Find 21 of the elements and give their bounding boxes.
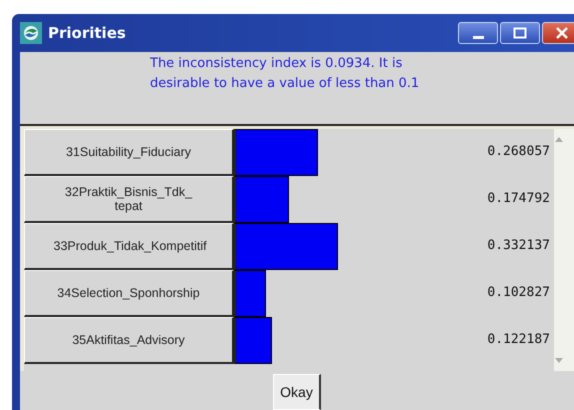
close-icon <box>555 27 569 39</box>
window-title: Priorities <box>48 24 126 42</box>
inconsistency-message: The inconsistency index is 0.0934. It is desirable to have a value of less than 0.1 <box>150 55 420 93</box>
priority-value: 0.332137 <box>487 238 550 253</box>
priority-value: 0.174792 <box>487 191 550 206</box>
close-button[interactable] <box>542 22 574 44</box>
criterion-label: 31Suitability_Fiduciary <box>24 129 234 176</box>
maximize-button[interactable] <box>500 22 540 44</box>
criterion-label: 33Produk_Tidak_Kompetitif <box>24 223 234 270</box>
priority-value: 0.122187 <box>487 332 550 347</box>
priority-value: 0.268057 <box>487 144 550 159</box>
minimize-button[interactable] <box>458 22 498 44</box>
priority-bar <box>234 317 272 364</box>
app-icon <box>20 22 42 44</box>
minimize-icon <box>472 36 484 38</box>
criterion-label: 32Praktik_Bisnis_Tdk_ tepat <box>24 176 234 223</box>
maximize-icon <box>513 27 527 39</box>
okay-button[interactable]: Okay <box>273 374 321 410</box>
criterion-label: 34Selection_Sponhorship <box>24 270 234 317</box>
criterion-label: 35Aktifitas_Advisory <box>24 317 234 364</box>
priority-value: 0.102827 <box>487 285 550 300</box>
